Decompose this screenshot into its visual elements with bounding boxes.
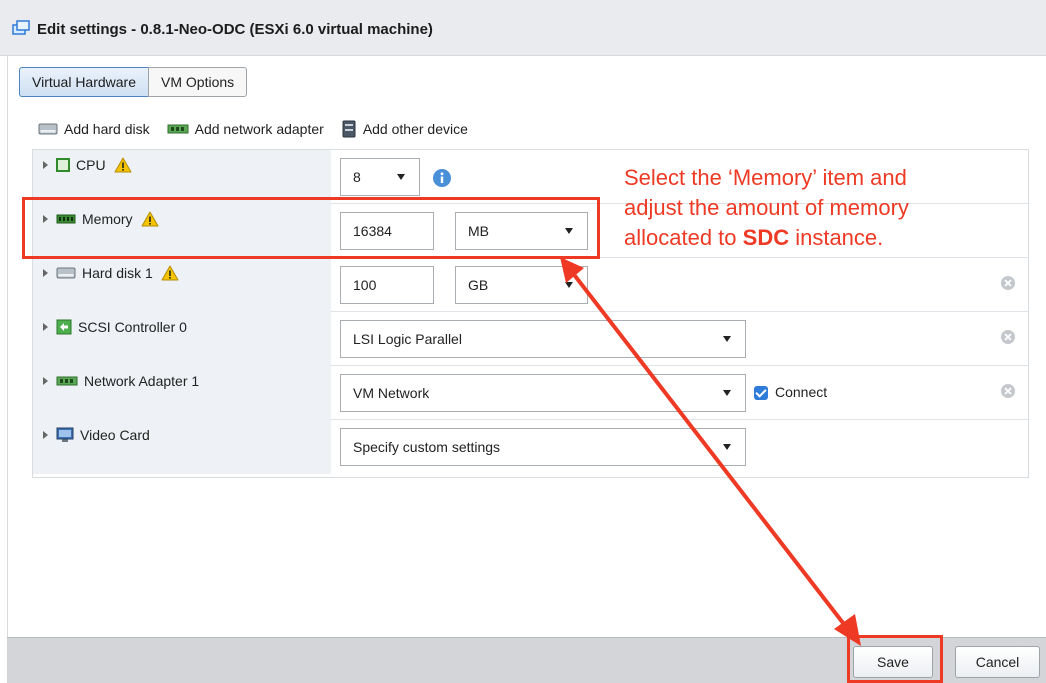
annotation-line-3-pre: allocated to [624,225,743,250]
row-label-cell: SCSI Controller 0 [33,312,331,366]
row-label-cell: Video Card [33,420,331,474]
network-value: VM Network [353,385,430,401]
annotation-line-3-post: instance. [789,225,884,250]
network-adapter-icon [56,376,78,386]
chevron-down-icon [565,282,573,288]
caret-right-icon [43,323,48,331]
annotation-line-1: Select the ‘Memory’ item and [624,165,907,190]
cpu-value: 8 [353,169,361,185]
hardware-row-scsi: SCSI Controller 0 LSI Logic Parallel [33,312,1028,366]
cpu-select[interactable]: 8 [340,158,420,196]
row-label-cell: Network Adapter 1 [33,366,331,420]
scsi-controller-icon [56,319,72,335]
hard-disk-icon [56,267,76,279]
chevron-down-icon [397,174,405,180]
hard-disk-icon [38,123,58,135]
tab-virtual-hardware[interactable]: Virtual Hardware [19,67,150,97]
cancel-button[interactable]: Cancel [955,646,1040,678]
scsi-value: LSI Logic Parallel [353,331,462,347]
connect-label: Connect [775,384,828,400]
chevron-down-icon [723,390,731,396]
annotation-box-save [847,635,943,683]
hard-disk-size-input[interactable]: 100 [340,266,434,304]
hardware-row-hard-disk: Hard disk 1 100 GB [33,258,1028,312]
monitor-icon [56,427,74,442]
remove-icon[interactable] [1000,329,1016,345]
hard-disk-expander[interactable]: Hard disk 1 [43,265,185,281]
video-label: Video Card [80,427,150,443]
caret-right-icon [43,269,48,277]
hard-disk-unit: GB [468,277,489,293]
remove-icon[interactable] [1000,275,1016,291]
add-other-device-label: Add other device [362,121,468,137]
annotation-highlight: SDC [742,225,790,250]
network-adapter-icon [167,124,189,134]
warning-icon [161,265,179,281]
add-network-adapter-label: Add network adapter [194,121,324,137]
scsi-label: SCSI Controller 0 [78,319,187,335]
tab-vm-options[interactable]: VM Options [148,67,248,97]
add-other-device-button[interactable]: Add other device [341,120,468,138]
hard-disk-unit-select[interactable]: GB [455,266,588,304]
cpu-icon [56,158,70,172]
window-title: Edit settings - 0.8.1-Neo-ODC (ESXi 6.0 … [37,21,433,38]
add-network-adapter-button[interactable]: Add network adapter [167,121,324,137]
caret-right-icon [43,431,48,439]
scsi-expander[interactable]: SCSI Controller 0 [43,319,187,335]
connect-checkbox[interactable] [754,386,768,400]
video-settings-select[interactable]: Specify custom settings [340,428,746,466]
device-icon [342,120,356,138]
hardware-toolbar: Add hard disk Add network adapter Add ot… [38,120,485,138]
annotation-line-3: allocated to SDC instance. [624,223,1024,253]
annotation-box-memory [22,197,600,259]
hardware-row-video: Video Card Specify custom settings [33,420,1028,474]
network-expander[interactable]: Network Adapter 1 [43,373,199,389]
hard-disk-value: 100 [353,277,377,293]
warning-icon [114,157,132,173]
vm-edit-icon [12,20,30,35]
network-label: Network Adapter 1 [84,373,200,389]
tab-bar: Virtual Hardware VM Options [19,67,248,97]
video-value: Specify custom settings [353,439,501,455]
add-hard-disk-button[interactable]: Add hard disk [38,121,150,137]
network-select[interactable]: VM Network [340,374,746,412]
caret-right-icon [43,161,48,169]
row-label-cell: CPU [33,150,331,204]
remove-icon[interactable] [1000,383,1016,399]
hard-disk-label: Hard disk 1 [82,265,153,281]
add-hard-disk-label: Add hard disk [64,121,150,137]
video-expander[interactable]: Video Card [43,427,150,443]
info-icon[interactable] [432,168,452,188]
chevron-down-icon [723,444,731,450]
scsi-type-select[interactable]: LSI Logic Parallel [340,320,746,358]
cpu-label: CPU [76,157,106,173]
cpu-expander[interactable]: CPU [43,157,138,173]
caret-right-icon [43,377,48,385]
hardware-row-network: Network Adapter 1 VM Network Connect [33,366,1028,420]
chevron-down-icon [723,336,731,342]
annotation-text: Select the ‘Memory’ item and adjust the … [624,163,1024,253]
row-label-cell: Hard disk 1 [33,258,331,312]
annotation-line-2: adjust the amount of memory [624,195,909,220]
window-titlebar: Edit settings - 0.8.1-Neo-ODC (ESXi 6.0 … [0,0,1046,56]
